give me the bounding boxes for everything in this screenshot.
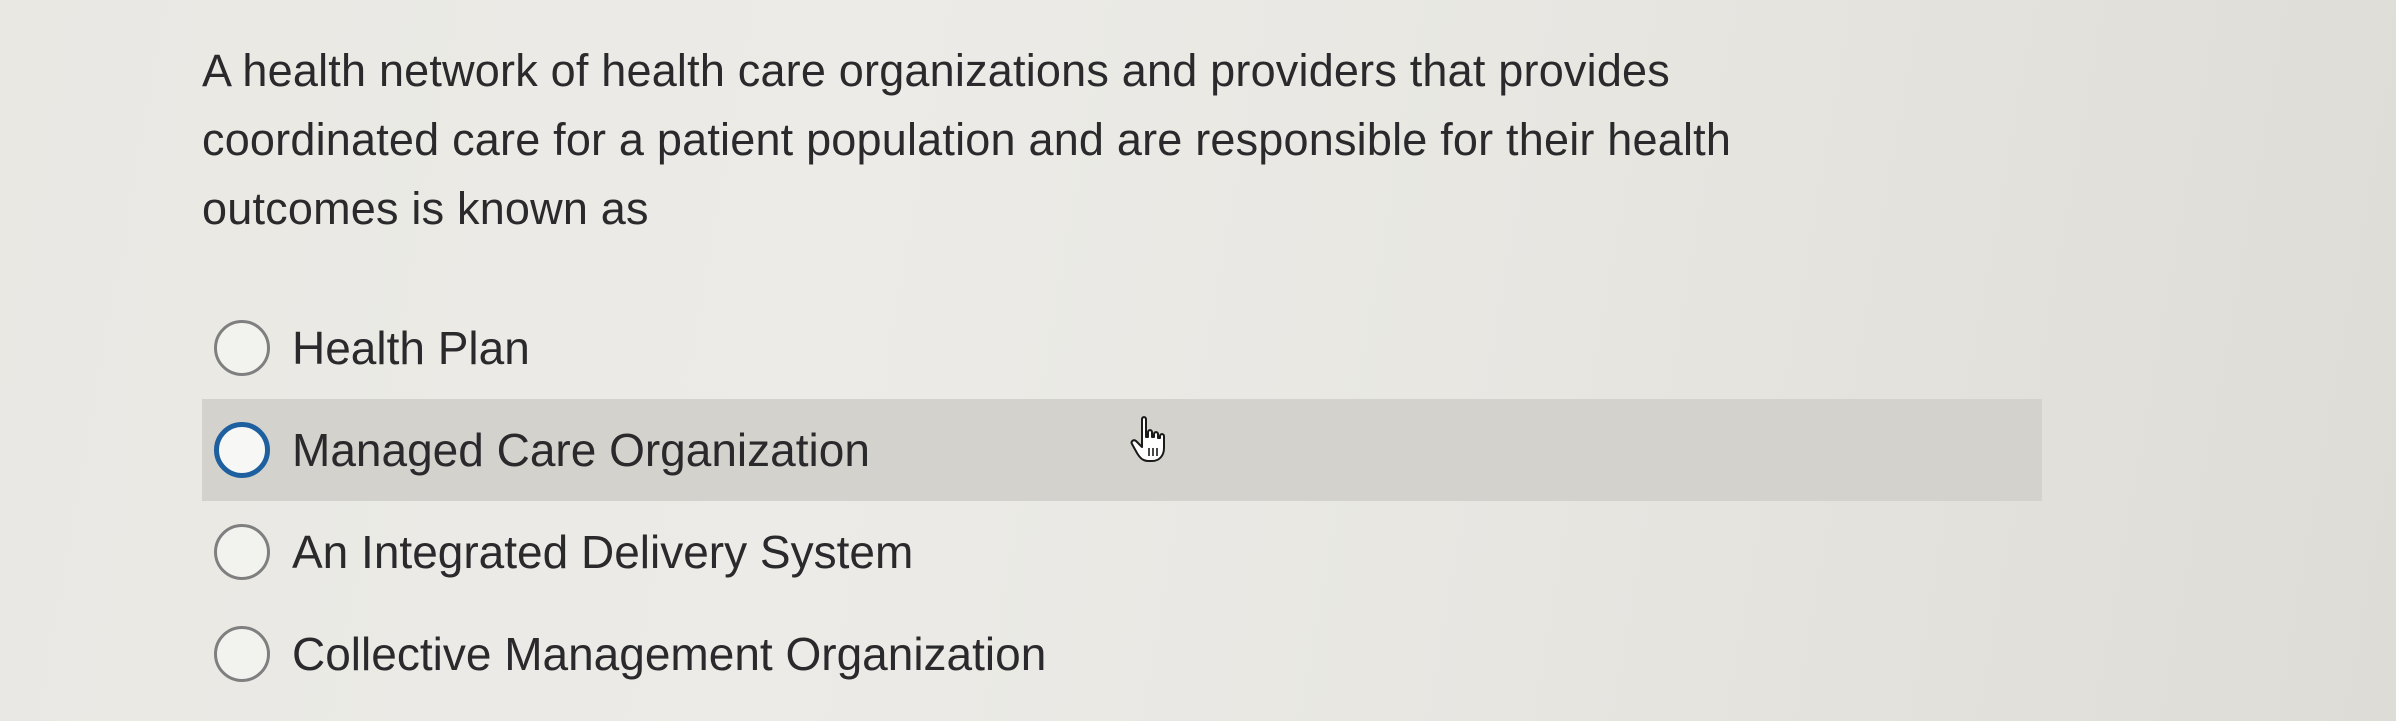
radio-button[interactable] [214,320,270,376]
answer-label: An Integrated Delivery System [292,526,914,578]
quiz-question-panel: A health network of health care organiza… [0,0,2396,721]
answer-label: Health Plan [292,322,530,374]
answer-label: Collective Management Organization [292,628,1047,680]
answer-option-integrated-delivery-system[interactable]: An Integrated Delivery System [202,501,2042,603]
question-text: A health network of health care organiza… [202,45,1732,234]
answer-option-health-plan[interactable]: Health Plan [202,297,2042,399]
answer-option-collective-management-organization[interactable]: Collective Management Organization [202,603,2042,705]
hand-pointer-icon [1130,416,1165,462]
answer-label: Managed Care Organization [292,424,870,476]
answer-option-managed-care-organization[interactable]: Managed Care Organization [202,399,2042,501]
radio-button[interactable] [214,422,270,478]
radio-button[interactable] [214,626,270,682]
radio-button[interactable] [214,524,270,580]
answer-list: Health Plan Managed Care Organization An… [202,297,2042,705]
